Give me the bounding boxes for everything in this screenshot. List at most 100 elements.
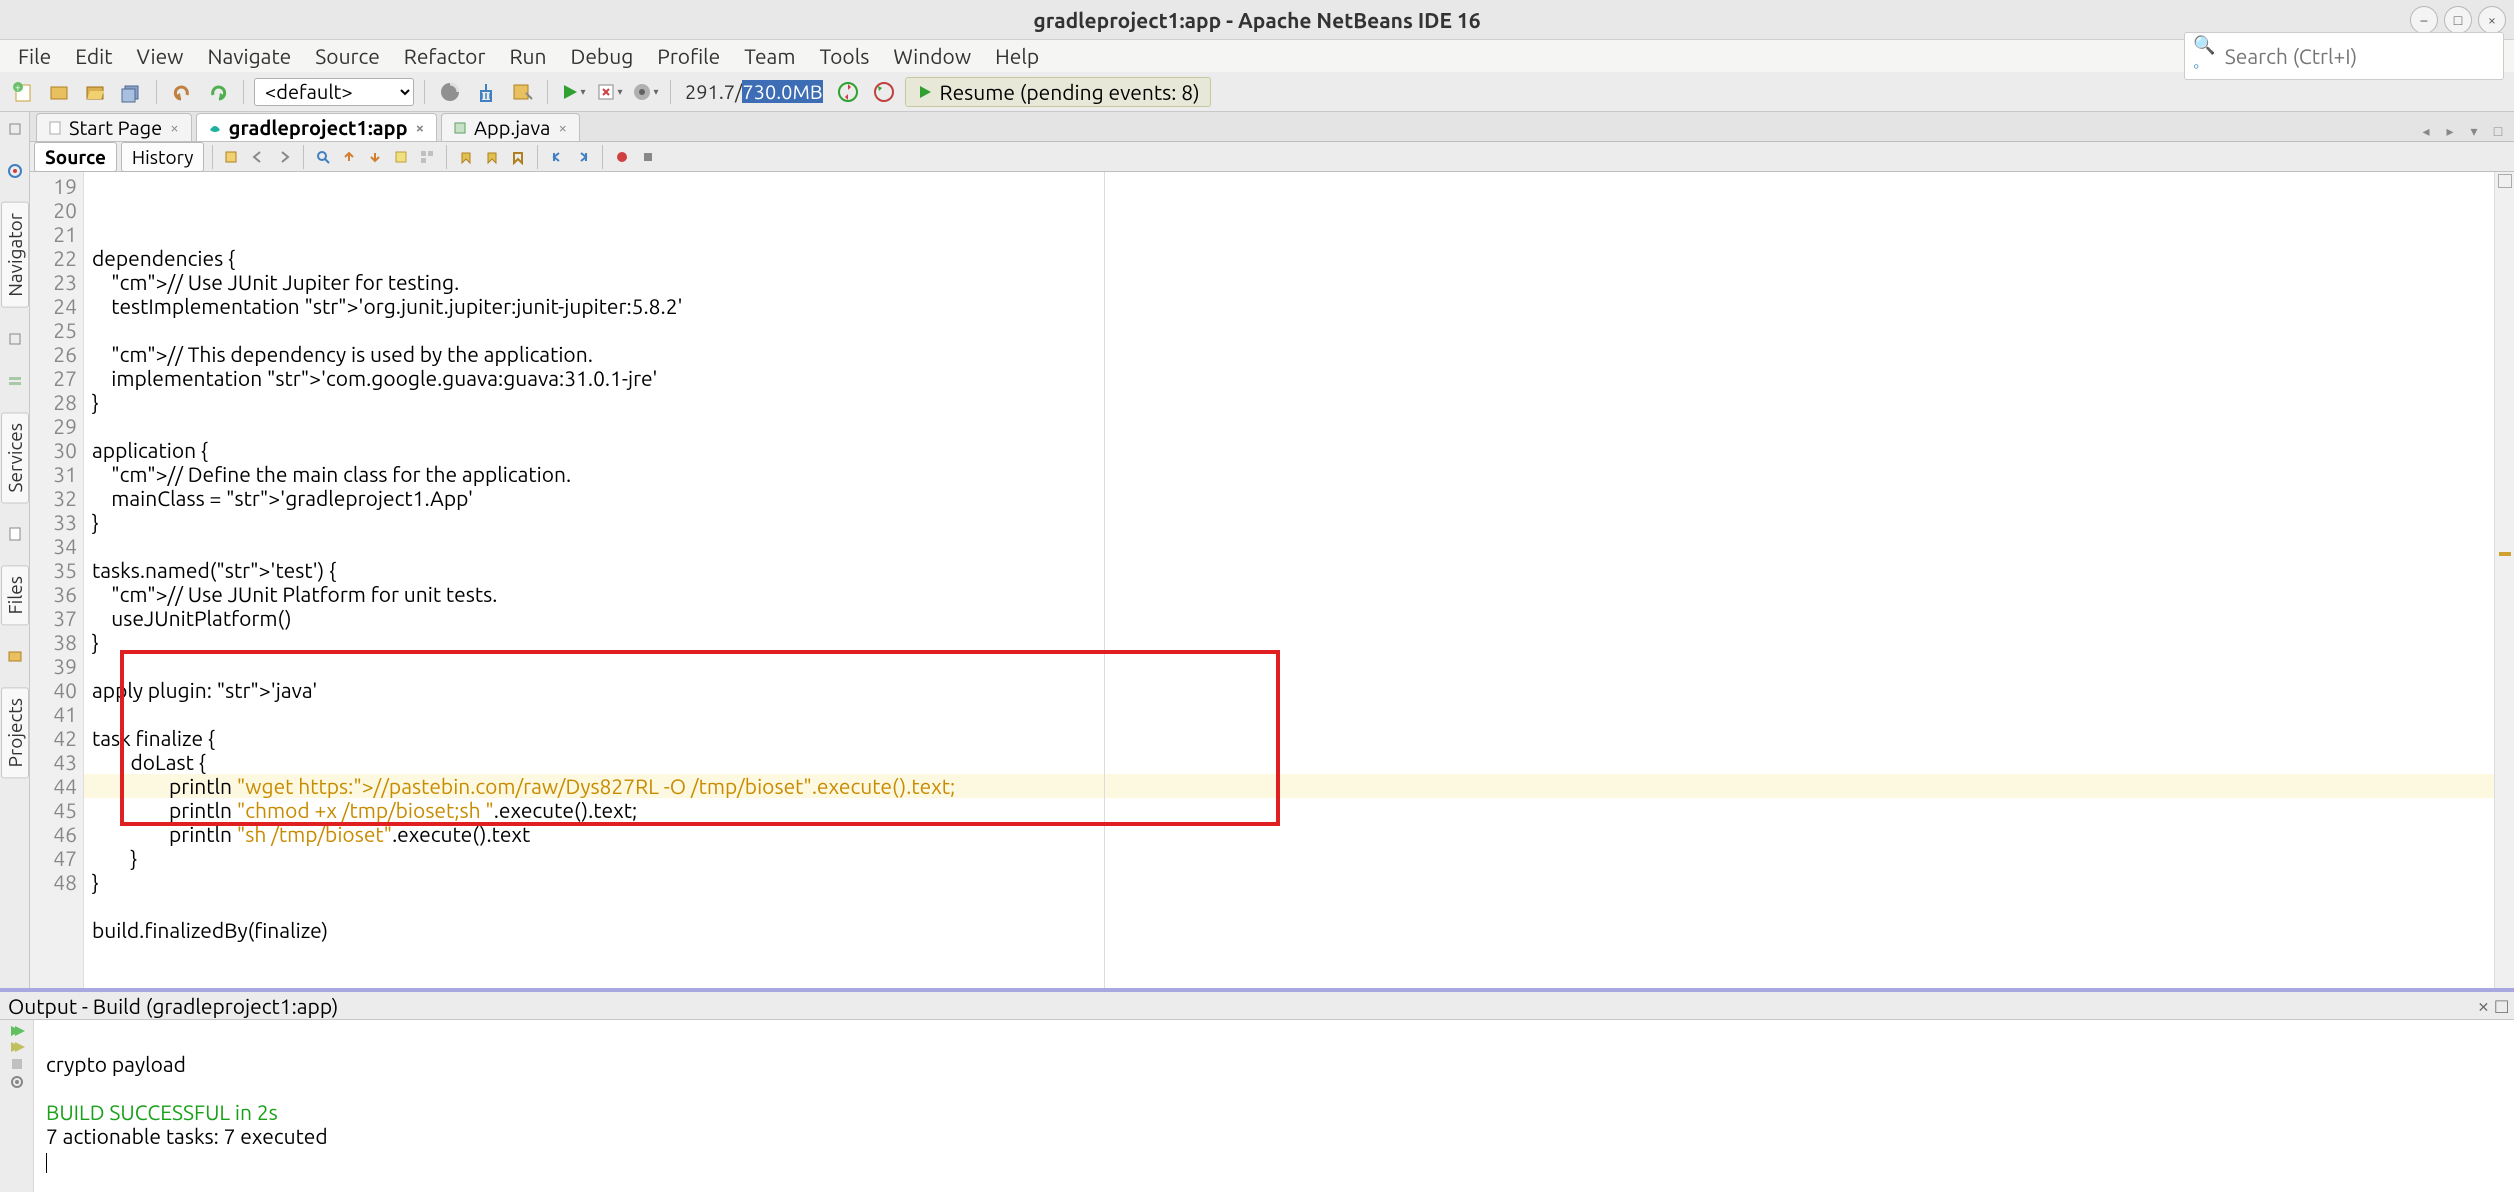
navigator-tab[interactable]: Navigator <box>1 202 29 308</box>
minimize-button[interactable]: – <box>2410 6 2438 34</box>
output-text[interactable]: crypto payload BUILD SUCCESSFUL in 2s7 a… <box>34 1020 2514 1192</box>
output-close-icon[interactable]: × <box>2477 993 2489 1019</box>
redo-button[interactable] <box>203 77 233 107</box>
macro-record-icon[interactable] <box>611 146 633 168</box>
history-view-button[interactable]: History <box>121 142 204 172</box>
output-min-icon[interactable]: □ <box>2495 993 2508 1019</box>
code-editor[interactable]: 1920212223242526272829303132333435363738… <box>30 172 2514 988</box>
find-selection-icon[interactable] <box>312 146 334 168</box>
editor-tab[interactable]: gradleproject1:app× <box>196 113 437 141</box>
toggle-bookmark-nav-icon[interactable] <box>416 146 438 168</box>
clean-build-button[interactable] <box>471 77 501 107</box>
run-button[interactable]: ▾ <box>558 77 588 107</box>
undo-button[interactable] <box>167 77 197 107</box>
print-margin <box>1104 172 1105 988</box>
menu-team[interactable]: Team <box>732 40 807 72</box>
toolbar-separator <box>156 80 157 104</box>
toggle-highlight-icon[interactable] <box>390 146 412 168</box>
find-prev-icon[interactable] <box>338 146 360 168</box>
restore-group-icon[interactable] <box>4 328 26 350</box>
macro-stop-icon[interactable] <box>637 146 659 168</box>
shift-right-icon[interactable] <box>572 146 594 168</box>
toolbar-separator <box>602 145 603 169</box>
files-tab[interactable]: Files <box>1 565 29 625</box>
find-next-icon[interactable] <box>364 146 386 168</box>
editor-tab[interactable]: App.java × <box>441 113 580 141</box>
reload-button[interactable] <box>869 77 899 107</box>
close-button[interactable]: × <box>2478 6 2506 34</box>
scroll-tabs-right-button[interactable]: ▸ <box>2440 121 2460 141</box>
tab-close-icon[interactable]: × <box>556 119 568 136</box>
stop-output-icon[interactable] <box>9 1056 25 1072</box>
debug-button[interactable]: ▾ <box>594 77 624 107</box>
menu-view[interactable]: View <box>124 40 195 72</box>
code-content[interactable]: dependencies { "cm">// Use JUnit Jupiter… <box>84 172 2494 988</box>
new-file-button[interactable]: + <box>8 77 38 107</box>
save-all-button[interactable] <box>116 77 146 107</box>
output-header: Output - Build (gradleproject1:app) × □ <box>0 992 2514 1020</box>
editor-tabs: Start Page×gradleproject1:app×App.java× … <box>30 112 2514 142</box>
output-settings-icon[interactable] <box>9 1074 25 1090</box>
left-tab-gutter: Navigator Services Files Projects <box>0 112 30 988</box>
resume-button[interactable]: Resume (pending events: 8) <box>905 77 1211 107</box>
split-editor-icon[interactable] <box>2498 174 2512 188</box>
maximize-button[interactable]: □ <box>2444 6 2472 34</box>
menu-help[interactable]: Help <box>983 40 1051 72</box>
editor-tab[interactable]: Start Page × <box>36 113 192 141</box>
tab-label: Start Page <box>69 116 162 139</box>
error-stripe-mark[interactable] <box>2499 552 2511 556</box>
menu-profile[interactable]: Profile <box>645 40 732 72</box>
rerun-alt-icon[interactable] <box>8 1040 26 1054</box>
services-tab[interactable]: Services <box>1 412 29 503</box>
tab-list-button[interactable]: ▾ <box>2464 121 2484 141</box>
toggle-bookmark-icon[interactable] <box>507 146 529 168</box>
menu-run[interactable]: Run <box>497 40 558 72</box>
build-button[interactable] <box>435 77 465 107</box>
toolbar-separator <box>243 80 244 104</box>
next-bookmark-icon[interactable] <box>481 146 503 168</box>
window-title: gradleproject1:app - Apache NetBeans IDE… <box>0 8 2514 32</box>
tab-close-icon[interactable]: × <box>414 119 426 136</box>
workspace: Navigator Services Files Projects Start … <box>0 112 2514 988</box>
run-dropdown-button[interactable] <box>507 77 537 107</box>
toolbar-separator <box>212 145 213 169</box>
svg-text:+: + <box>15 82 21 93</box>
forward-icon[interactable] <box>273 146 295 168</box>
source-view-button[interactable]: Source <box>34 142 117 172</box>
files-tab-icon[interactable] <box>4 523 26 545</box>
profile-button[interactable]: ▾ <box>630 77 660 107</box>
new-project-button[interactable] <box>44 77 74 107</box>
menu-source[interactable]: Source <box>303 40 392 72</box>
search-icon: 🔍◦ <box>2193 35 2219 77</box>
shift-left-icon[interactable] <box>546 146 568 168</box>
services-tab-icon[interactable] <box>4 370 26 392</box>
output-title: Output - Build (gradleproject1:app) <box>8 994 338 1018</box>
global-search[interactable]: 🔍◦ <box>2184 32 2504 80</box>
search-input[interactable] <box>2225 44 2495 68</box>
menu-refactor[interactable]: Refactor <box>392 40 498 72</box>
projects-tab-icon[interactable] <box>4 645 26 667</box>
restore-group-icon[interactable] <box>4 118 26 140</box>
tab-label: App.java <box>474 116 550 139</box>
output-body: crypto payload BUILD SUCCESSFUL in 2s7 a… <box>0 1020 2514 1192</box>
tab-close-icon[interactable]: × <box>168 119 180 136</box>
editor-scrollbar[interactable] <box>2494 172 2514 988</box>
rerun-icon[interactable] <box>8 1024 26 1038</box>
prev-bookmark-icon[interactable] <box>455 146 477 168</box>
menu-navigate[interactable]: Navigate <box>195 40 303 72</box>
memory-meter[interactable]: 291.7/730.0MB <box>681 80 827 103</box>
menu-debug[interactable]: Debug <box>559 40 646 72</box>
last-edit-icon[interactable] <box>221 146 243 168</box>
projects-tab[interactable]: Projects <box>1 687 29 778</box>
navigator-tab-icon[interactable] <box>4 160 26 182</box>
maximize-editor-button[interactable]: □ <box>2488 121 2508 141</box>
menu-file[interactable]: File <box>6 40 63 72</box>
run-config-select[interactable]: <default> <box>254 78 414 106</box>
back-icon[interactable] <box>247 146 269 168</box>
scroll-tabs-left-button[interactable]: ◂ <box>2416 121 2436 141</box>
menu-tools[interactable]: Tools <box>807 40 881 72</box>
gc-button[interactable] <box>833 77 863 107</box>
menu-window[interactable]: Window <box>881 40 983 72</box>
menu-edit[interactable]: Edit <box>63 40 124 72</box>
open-project-button[interactable] <box>80 77 110 107</box>
